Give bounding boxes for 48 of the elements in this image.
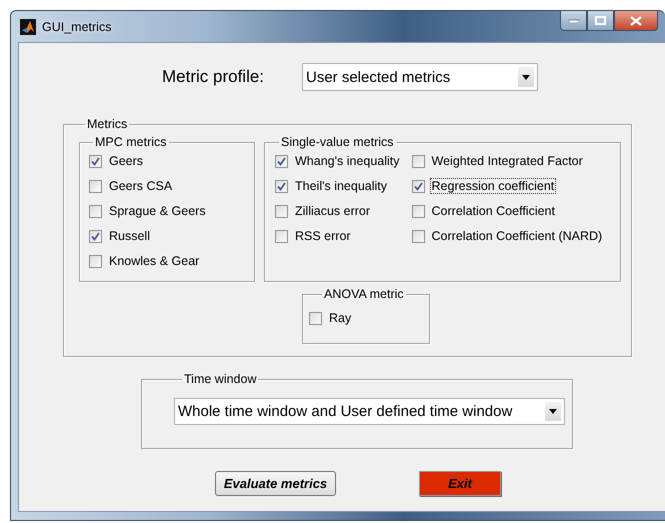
checkbox-label[interactable]: Zilliacus error [293, 203, 372, 219]
exit-button[interactable]: Exit [419, 471, 501, 496]
group-title: Single-value metrics [280, 135, 395, 149]
checkbox-label[interactable]: RSS error [293, 228, 353, 244]
checkbox-label[interactable]: Regression coefficient [430, 178, 556, 194]
app-logo-icon [20, 18, 36, 34]
evaluate-button[interactable]: Evaluate metrics [215, 471, 336, 496]
checkbox-label[interactable]: Whang's inequality [293, 153, 402, 169]
checkbox-label[interactable]: Correlation Coefficient [430, 203, 557, 219]
minimize-button[interactable] [560, 11, 587, 31]
checkbox[interactable] [89, 204, 102, 218]
group-title: MPC metrics [94, 135, 168, 149]
checkbox-label[interactable]: Sprague & Geers [107, 203, 208, 219]
group-title: Metrics [86, 117, 128, 131]
checkbox[interactable] [275, 154, 288, 168]
checkbox-label[interactable]: Knowles & Gear [107, 253, 202, 269]
checkbox-label[interactable]: Russell [107, 228, 152, 244]
checkbox-label[interactable]: Geers CSA [107, 178, 174, 194]
checkbox[interactable] [412, 154, 425, 168]
checkbox[interactable] [412, 180, 425, 192]
checkbox[interactable] [89, 254, 102, 268]
checkbox[interactable] [89, 154, 102, 168]
checkbox-label[interactable]: Geers [107, 153, 146, 169]
checkbox[interactable] [309, 312, 322, 324]
group-title: Time window [183, 372, 258, 386]
profile-label: Metric profile: [162, 67, 266, 87]
group-title: ANOVA metric [323, 287, 405, 301]
checkbox[interactable] [89, 230, 102, 242]
checkbox[interactable] [89, 180, 102, 192]
checkbox-label[interactable]: Theil's inequality [293, 178, 390, 194]
checkbox-label[interactable]: Correlation Coefficient (NARD) [430, 228, 604, 244]
maximize-button[interactable] [587, 11, 614, 31]
checkbox[interactable] [412, 230, 425, 242]
dropdown[interactable]: User selected metrics [302, 63, 538, 91]
window-title: GUI_metrics [42, 20, 112, 34]
minimize-icon [568, 18, 578, 22]
close-button[interactable] [614, 11, 658, 31]
caret-icon [545, 402, 561, 421]
checkbox-label[interactable]: Ray [327, 310, 354, 326]
dropdown[interactable]: Whole time window and User defined time window [174, 398, 565, 425]
maximize-icon [595, 16, 606, 25]
checkbox[interactable] [275, 204, 288, 218]
close-icon [630, 16, 642, 26]
checkbox[interactable] [275, 180, 288, 192]
caret-icon [518, 67, 534, 87]
checkbox[interactable] [412, 204, 425, 218]
checkbox-label[interactable]: Weighted Integrated Factor [430, 153, 585, 169]
checkbox[interactable] [275, 230, 288, 242]
